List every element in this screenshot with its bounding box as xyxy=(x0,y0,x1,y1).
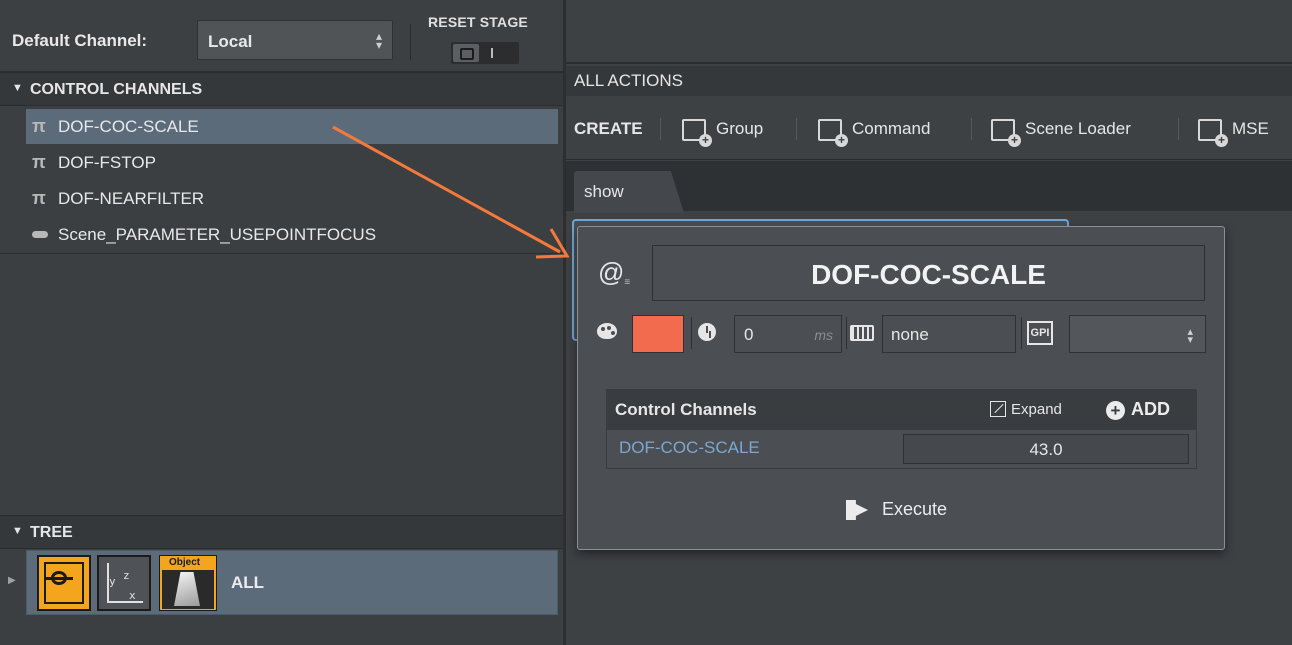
control-channel-item[interactable]: π DOF-FSTOP xyxy=(26,145,558,180)
field-divider xyxy=(1021,317,1022,349)
control-channel-label: DOF-COC-SCALE xyxy=(58,117,199,136)
control-channel-label: Scene_PARAMETER_USEPOINTFOCUS xyxy=(58,225,377,244)
expand-icon[interactable] xyxy=(990,401,1006,417)
create-label: CREATE xyxy=(574,119,643,138)
action-name-value: DOF-COC-SCALE xyxy=(811,259,1046,290)
left-panel: Default Channel: Local ▴ ▾ RESET STAGE ▼ … xyxy=(0,0,563,645)
execute-icon[interactable] xyxy=(846,500,868,520)
shortcut-value: none xyxy=(891,325,929,344)
collapse-triangle-icon: ▼ xyxy=(12,525,23,537)
field-divider xyxy=(691,317,692,349)
tab-show[interactable]: show xyxy=(574,171,684,213)
default-channel-label: Default Channel: xyxy=(12,31,148,50)
group-add-icon xyxy=(682,119,712,147)
collapse-triangle-icon: ▼ xyxy=(12,82,23,94)
pi-icon: π xyxy=(32,152,46,172)
list-divider xyxy=(0,253,563,254)
table-header: Control Channels Expand + ADD xyxy=(607,390,1196,430)
toggle-on-indicator-icon xyxy=(491,48,493,58)
transform-axis-icon: y z x xyxy=(97,555,151,611)
select-arrows-icon: ▴ ▾ xyxy=(375,29,382,52)
clock-icon xyxy=(698,323,716,341)
expand-button[interactable]: Expand xyxy=(1011,401,1062,418)
create-command-label: Command xyxy=(852,119,931,138)
app-window: Default Channel: Local ▴ ▾ RESET STAGE ▼ … xyxy=(0,0,1292,645)
tree-item-all[interactable]: y z x Object ALL xyxy=(26,550,558,615)
control-channels-table: Control Channels Expand + ADD DOF-COC-SC… xyxy=(606,389,1197,469)
create-group-label: Group xyxy=(716,119,764,138)
expand-arrow-icon[interactable]: ▶ xyxy=(8,575,16,586)
toolbar-divider xyxy=(971,118,972,140)
table-title: Control Channels xyxy=(615,400,757,419)
scene-loader-add-icon xyxy=(991,119,1021,147)
toolbar-divider xyxy=(796,118,797,140)
palette-icon xyxy=(597,323,617,339)
toolbar-divider xyxy=(410,24,411,60)
tab-label: show xyxy=(584,182,624,201)
gpi-icon: GPI xyxy=(1027,321,1053,345)
create-mse-label: MSE xyxy=(1232,119,1269,138)
object-tile-label: Object xyxy=(169,557,201,568)
control-channel-item[interactable]: π DOF-COC-SCALE xyxy=(26,109,558,144)
all-actions-title: ALL ACTIONS xyxy=(574,71,683,90)
default-channel-select[interactable]: Local ▴ ▾ xyxy=(197,20,393,60)
toolbar-divider xyxy=(1178,118,1179,140)
delay-unit: ms xyxy=(814,327,833,343)
add-button[interactable]: ADD xyxy=(1131,399,1170,420)
execute-button[interactable]: Execute xyxy=(882,499,947,520)
container-plugin-icon xyxy=(37,555,91,611)
default-channel-value: Local xyxy=(208,32,253,51)
all-actions-header: ALL ACTIONS xyxy=(566,66,1292,96)
create-toolbar: CREATE Group Command Scene Loader MSE xyxy=(566,96,1292,160)
reset-stage-toggle[interactable] xyxy=(451,42,519,64)
command-add-icon xyxy=(818,119,848,147)
select-arrows-icon: ▴ ▾ xyxy=(1187,326,1193,346)
at-symbol-icon[interactable]: @≡ xyxy=(598,257,630,288)
color-picker-swatch[interactable] xyxy=(632,315,684,353)
create-scene-loader-label: Scene Loader xyxy=(1025,119,1131,138)
keyboard-icon xyxy=(850,325,874,341)
add-icon[interactable]: + xyxy=(1106,401,1125,420)
control-channels-header[interactable]: ▼ CONTROL CHANNELS xyxy=(0,72,563,106)
channel-toolbar: Default Channel: Local ▴ ▾ RESET STAGE xyxy=(0,0,563,72)
control-channel-label: DOF-FSTOP xyxy=(58,153,156,172)
pi-icon: π xyxy=(32,116,46,136)
mse-add-icon xyxy=(1198,119,1228,147)
toggle-icon xyxy=(32,231,48,238)
object-plugin-icon: Object xyxy=(159,555,217,611)
toggle-knob-icon xyxy=(453,44,479,62)
gpi-select[interactable]: ▴ ▾ xyxy=(1069,315,1206,353)
axis-x-label: x xyxy=(129,589,136,602)
action-name-field[interactable]: DOF-COC-SCALE xyxy=(652,245,1205,301)
tree-header[interactable]: ▼ TREE xyxy=(0,515,563,549)
field-divider xyxy=(846,317,847,349)
reset-stage-label: RESET STAGE xyxy=(428,14,528,30)
control-channels-title: CONTROL CHANNELS xyxy=(30,81,203,98)
right-top-area xyxy=(566,0,1292,64)
axis-y-label: y xyxy=(109,575,116,588)
toolbar-divider xyxy=(660,118,661,140)
control-channel-label: DOF-NEARFILTER xyxy=(58,189,205,208)
channel-value: 43.0 xyxy=(1029,440,1063,459)
tabs-bar: show xyxy=(566,161,1292,213)
tree-item-label: ALL xyxy=(231,573,265,592)
control-channel-item[interactable]: π DOF-NEARFILTER xyxy=(26,181,558,216)
control-channel-item[interactable]: Scene_PARAMETER_USEPOINTFOCUS xyxy=(26,217,558,252)
axis-z-label: z xyxy=(123,569,130,582)
shortcut-input[interactable]: none xyxy=(882,315,1016,353)
channel-value-field[interactable]: 43.0 xyxy=(903,434,1189,464)
channel-name-link[interactable]: DOF-COC-SCALE xyxy=(619,438,760,458)
delay-input[interactable]: 0 ms xyxy=(734,315,842,353)
action-editor-popup: @≡ DOF-COC-SCALE 0 ms none GPI ▴ ▾ Contro… xyxy=(577,226,1225,550)
tree-title: TREE xyxy=(30,524,73,541)
delay-value: 0 xyxy=(744,325,754,344)
pi-icon: π xyxy=(32,188,46,208)
